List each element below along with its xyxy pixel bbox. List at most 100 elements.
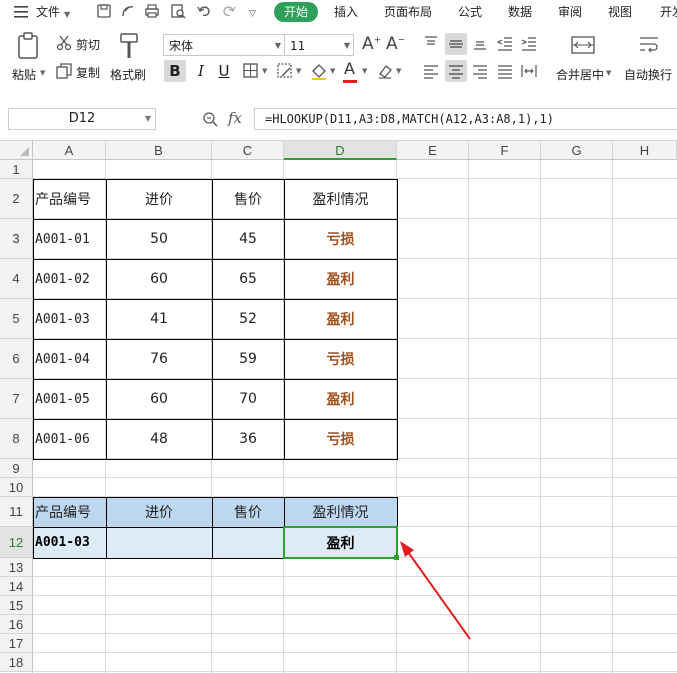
cell-border bbox=[106, 527, 213, 559]
tab-home[interactable]: 开始 bbox=[274, 2, 318, 22]
align-right-icon[interactable] bbox=[471, 62, 491, 82]
formula-input[interactable]: =HLOOKUP(D11,A3:D8,MATCH(A12,A3:A8,1),1) bbox=[254, 108, 677, 130]
print-icon[interactable] bbox=[144, 3, 162, 21]
table-cell: A001-03 bbox=[35, 311, 90, 327]
fill-handle[interactable] bbox=[394, 555, 399, 560]
tab-view[interactable]: 视图 bbox=[608, 4, 632, 20]
row-header-9[interactable]: 9 bbox=[0, 459, 33, 478]
format-painter-button[interactable]: 格式刷 bbox=[110, 66, 146, 83]
merge-dropdown-icon[interactable]: ▼ bbox=[606, 69, 611, 77]
row-header-18[interactable]: 18 bbox=[0, 653, 33, 672]
font-color-icon[interactable]: A bbox=[344, 60, 355, 78]
row-header-3[interactable]: 3 bbox=[0, 219, 33, 259]
wrap-text-icon[interactable] bbox=[637, 34, 661, 56]
wrap-text-button[interactable]: 自动换行 bbox=[624, 66, 672, 83]
cut-icon[interactable] bbox=[56, 35, 72, 51]
export-pdf-icon[interactable] bbox=[120, 3, 138, 21]
bold-button[interactable]: B bbox=[164, 60, 186, 82]
row-header-11[interactable]: 11 bbox=[0, 497, 33, 527]
table-header-cell: 盈利情况 bbox=[312, 192, 369, 208]
row-header-15[interactable]: 15 bbox=[0, 596, 33, 615]
row-header-13[interactable]: 13 bbox=[0, 558, 33, 577]
column-header-g[interactable]: G bbox=[541, 141, 613, 160]
table-cell: 48 bbox=[150, 431, 168, 447]
column-header-e[interactable]: E bbox=[397, 141, 469, 160]
justify-icon[interactable] bbox=[496, 62, 516, 82]
row-header-7[interactable]: 7 bbox=[0, 379, 33, 419]
italic-button[interactable]: I bbox=[194, 60, 208, 82]
customize-toolbar-icon[interactable]: ▽ bbox=[249, 6, 256, 22]
save-icon[interactable] bbox=[96, 3, 114, 21]
borders-dropdown-icon[interactable]: ▼ bbox=[262, 67, 267, 75]
column-header-c[interactable]: C bbox=[212, 141, 284, 160]
name-box[interactable]: D12 ▼ bbox=[8, 108, 156, 130]
align-middle-icon[interactable] bbox=[445, 33, 467, 55]
tab-insert[interactable]: 插入 bbox=[334, 4, 358, 20]
row-header-2[interactable]: 2 bbox=[0, 179, 33, 219]
tab-developer[interactable]: 开发 bbox=[660, 4, 677, 20]
row-header-14[interactable]: 14 bbox=[0, 577, 33, 596]
zoom-formula-icon[interactable] bbox=[202, 111, 218, 131]
undo-icon[interactable] bbox=[196, 3, 214, 21]
paste-icon[interactable] bbox=[16, 32, 42, 60]
profit-status-cell: 盈利 bbox=[326, 392, 355, 408]
row-header-1[interactable]: 1 bbox=[0, 160, 33, 179]
format-painter-icon[interactable] bbox=[118, 32, 140, 60]
redo-icon[interactable] bbox=[221, 3, 239, 21]
align-center-icon[interactable] bbox=[445, 60, 467, 82]
table-cell: A001-05 bbox=[35, 391, 90, 407]
align-top-icon[interactable] bbox=[422, 34, 442, 54]
align-bottom-icon[interactable] bbox=[471, 34, 491, 54]
row-header-12[interactable]: 12 bbox=[0, 527, 33, 558]
column-header-h[interactable]: H bbox=[613, 141, 677, 160]
row-header-6[interactable]: 6 bbox=[0, 339, 33, 379]
table-cell: 59 bbox=[239, 351, 257, 367]
cell-style-dropdown-icon[interactable]: ▼ bbox=[296, 67, 301, 75]
select-all-corner[interactable] bbox=[0, 141, 33, 160]
tab-formulas[interactable]: 公式 bbox=[458, 4, 482, 20]
table-cell: 50 bbox=[150, 231, 168, 247]
increase-indent-icon[interactable] bbox=[520, 34, 540, 54]
font-name-select[interactable]: 宋体 ▼ bbox=[163, 34, 285, 56]
row-header-16[interactable]: 16 bbox=[0, 615, 33, 634]
cut-button[interactable]: 剪切 bbox=[76, 36, 100, 53]
paste-dropdown-icon[interactable]: ▼ bbox=[40, 69, 45, 77]
row-header-10[interactable]: 10 bbox=[0, 478, 33, 497]
paste-button[interactable]: 粘贴 bbox=[12, 66, 36, 83]
tab-data[interactable]: 数据 bbox=[508, 4, 532, 20]
borders-icon[interactable] bbox=[242, 62, 260, 80]
column-header-b[interactable]: B bbox=[106, 141, 212, 160]
column-header-f[interactable]: F bbox=[469, 141, 541, 160]
distribute-icon[interactable] bbox=[520, 62, 540, 82]
font-color-dropdown-icon[interactable]: ▼ bbox=[362, 67, 367, 75]
copy-icon[interactable] bbox=[56, 63, 72, 79]
cell-style-icon[interactable] bbox=[276, 62, 294, 80]
decrease-indent-icon[interactable] bbox=[496, 34, 516, 54]
clear-format-icon[interactable] bbox=[376, 62, 394, 80]
merge-center-icon[interactable] bbox=[570, 34, 596, 56]
table-cell: 65 bbox=[239, 271, 257, 287]
underline-button[interactable]: U bbox=[216, 60, 232, 82]
increase-font-icon[interactable]: A+ bbox=[362, 34, 381, 54]
row-header-4[interactable]: 4 bbox=[0, 259, 33, 299]
column-header-a[interactable]: A bbox=[33, 141, 106, 160]
print-preview-icon[interactable] bbox=[170, 3, 188, 21]
decrease-font-icon[interactable]: A− bbox=[386, 34, 405, 54]
fill-color-icon[interactable] bbox=[310, 62, 328, 80]
align-left-icon[interactable] bbox=[422, 62, 442, 82]
hamburger-icon[interactable] bbox=[14, 5, 30, 23]
column-header-d[interactable]: D bbox=[284, 141, 397, 160]
merge-center-button[interactable]: 合并居中 bbox=[556, 66, 604, 83]
row-header-17[interactable]: 17 bbox=[0, 634, 33, 653]
clear-format-dropdown-icon[interactable]: ▼ bbox=[396, 67, 401, 75]
insert-function-icon[interactable]: fx bbox=[228, 109, 242, 127]
row-header-8[interactable]: 8 bbox=[0, 419, 33, 459]
file-dropdown-icon[interactable]: ▼ bbox=[64, 7, 70, 23]
font-size-select[interactable]: 11 ▼ bbox=[284, 34, 354, 56]
tab-page-layout[interactable]: 页面布局 bbox=[384, 4, 432, 20]
copy-button[interactable]: 复制 bbox=[76, 64, 100, 81]
fill-color-dropdown-icon[interactable]: ▼ bbox=[330, 67, 335, 75]
tab-review[interactable]: 审阅 bbox=[558, 4, 582, 20]
row-header-5[interactable]: 5 bbox=[0, 299, 33, 339]
file-menu[interactable]: 文件 bbox=[36, 4, 60, 20]
